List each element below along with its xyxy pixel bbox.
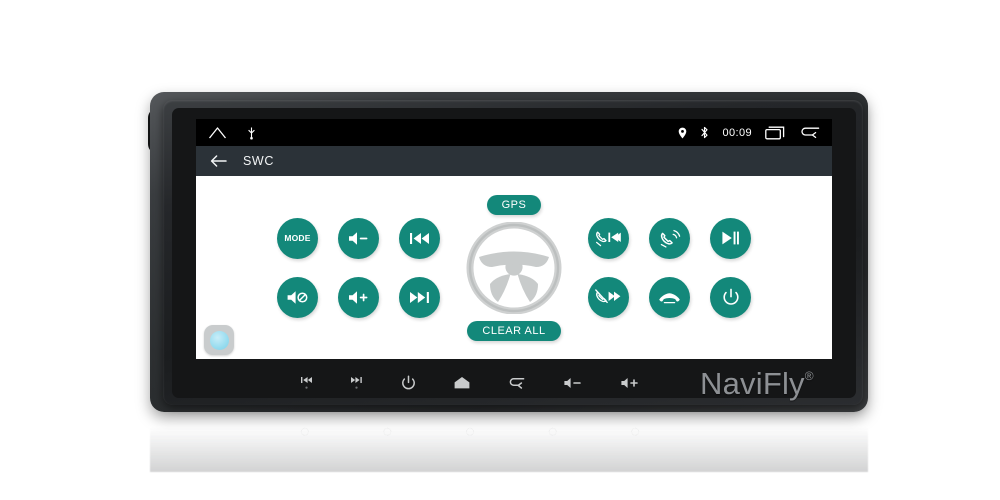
device-reflection-keys: ◌ ◌ ◌ ◌ ◌ — [300, 420, 640, 442]
back-arrow-icon[interactable] — [210, 154, 227, 168]
hardkey-home[interactable] — [453, 376, 471, 390]
brand-logo: NaviFly ® — [700, 366, 814, 402]
reflection-key: ◌ — [465, 423, 475, 440]
status-bar-clock: 00:09 — [722, 126, 752, 139]
swc-button-next-track[interactable] — [399, 276, 440, 318]
app-title-bar: SWC — [196, 146, 832, 176]
reflection-key: ◌ — [382, 423, 393, 440]
location-pin-icon — [678, 127, 687, 139]
swc-button-volume-up[interactable] — [338, 276, 379, 318]
left-button-row-bottom — [277, 276, 440, 318]
right-button-group — [588, 217, 751, 318]
android-status-bar: 00:09 — [196, 119, 832, 146]
left-button-row-top: MODE — [277, 217, 440, 259]
hardkey-volume-up[interactable] — [620, 376, 640, 390]
phone-previous-icon — [595, 229, 622, 247]
swc-button-volume-down[interactable] — [338, 217, 379, 259]
usb-icon — [247, 126, 256, 140]
swc-button-mode[interactable]: MODE — [277, 217, 318, 259]
swc-button-mute[interactable] — [277, 276, 318, 318]
screenshot-root: ◌ ◌ ◌ ◌ ◌ 00:09 SWC MODE GPS CLEAR ALL N… — [0, 0, 1000, 500]
swc-button-power[interactable] — [710, 276, 751, 318]
home-icon[interactable] — [208, 126, 227, 139]
phone-muted-next-icon — [595, 288, 622, 306]
next-track-icon — [408, 290, 431, 305]
reflection-key: ◌ — [300, 423, 310, 440]
hardkey-next-track[interactable] — [350, 376, 363, 391]
swc-content-area: MODE GPS CLEAR ALL — [196, 176, 832, 359]
reflection-key: ◌ — [547, 423, 558, 440]
right-button-row-top — [588, 217, 751, 259]
hardkey-previous-track[interactable] — [300, 376, 313, 391]
hardkey-volume-down[interactable] — [563, 376, 583, 390]
back-arrow-icon[interactable] — [799, 126, 820, 139]
brand-logo-text: NaviFly — [700, 366, 805, 401]
page-title: SWC — [243, 154, 274, 168]
volume-up-icon — [347, 289, 370, 306]
phone-answer-icon — [659, 228, 681, 248]
previous-track-icon — [408, 231, 431, 246]
bluetooth-icon — [700, 126, 709, 139]
power-icon — [722, 288, 740, 307]
gps-button[interactable]: GPS — [486, 194, 542, 215]
hardkey-power[interactable] — [401, 375, 416, 391]
brand-registered-mark: ® — [804, 369, 814, 383]
play-pause-icon — [720, 230, 741, 246]
recent-apps-icon[interactable] — [765, 126, 786, 140]
swc-button-call-previous[interactable] — [588, 217, 629, 259]
volume-mute-icon — [286, 289, 310, 306]
steering-wheel-icon — [466, 221, 562, 314]
swc-button-cluster: MODE GPS CLEAR ALL — [277, 194, 751, 341]
head-unit-screen: 00:09 SWC MODE GPS CLEAR ALL — [196, 119, 832, 359]
right-button-row-bottom — [588, 276, 751, 318]
left-button-group: MODE — [277, 217, 440, 318]
bezel-hard-keys — [300, 371, 640, 395]
assistive-touch-icon[interactable] — [204, 325, 234, 355]
clear-all-button[interactable]: CLEAR ALL — [467, 320, 561, 341]
swc-button-call-next[interactable] — [588, 276, 629, 318]
swc-button-play-pause[interactable] — [710, 217, 751, 259]
swc-button-answer-call[interactable] — [649, 217, 690, 259]
swc-button-hang-up[interactable] — [649, 276, 690, 318]
phone-hangup-icon — [657, 290, 682, 305]
mode-text: MODE — [284, 233, 311, 243]
volume-down-icon — [347, 230, 370, 247]
reflection-key: ◌ — [630, 423, 640, 440]
hardkey-back[interactable] — [508, 377, 525, 390]
swc-button-previous-track[interactable] — [399, 217, 440, 259]
center-column: GPS CLEAR ALL — [466, 194, 562, 341]
